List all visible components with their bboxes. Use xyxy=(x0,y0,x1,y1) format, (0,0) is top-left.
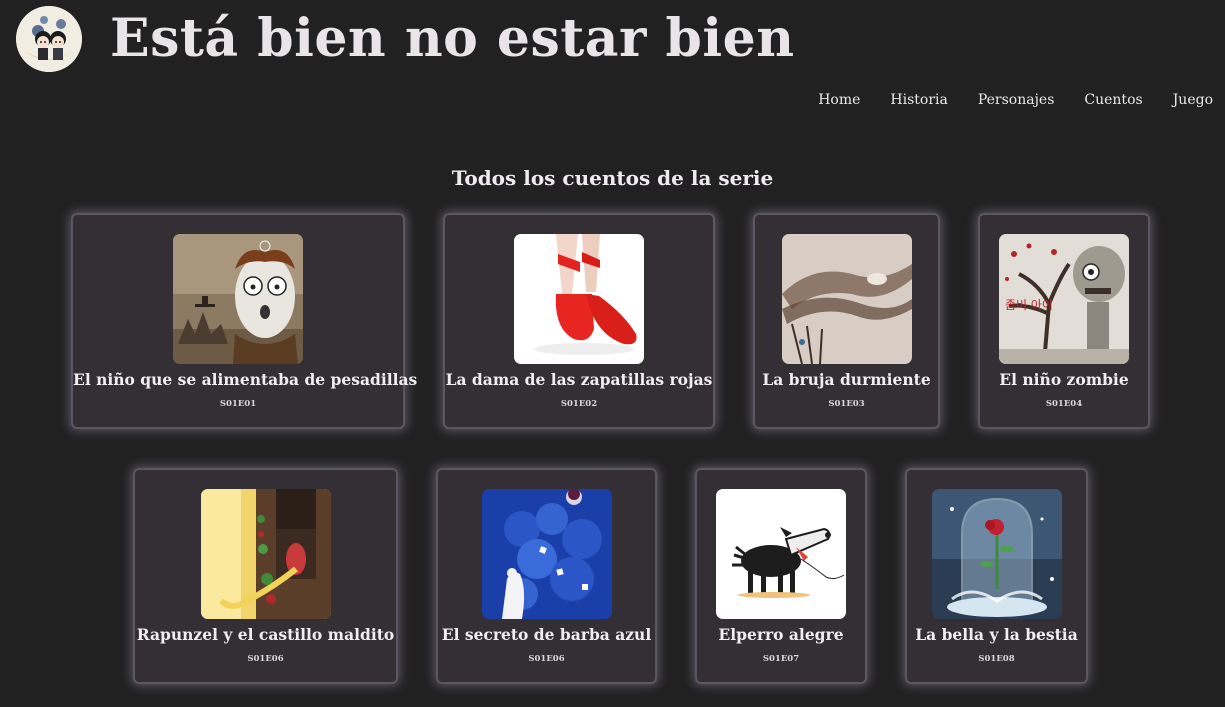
episode-code: S01E08 xyxy=(978,654,1015,664)
episode-code: S01E02 xyxy=(560,399,598,409)
story-title: Rapunzel y el castillo maldito xyxy=(136,625,395,644)
main-nav: Home Historia Personajes Cuentos Juego xyxy=(818,92,1213,108)
nav-item-cuentos[interactable]: Cuentos xyxy=(1084,92,1142,108)
story-card-s01e07[interactable]: Elperro alegre S01E07 xyxy=(695,468,867,684)
episode-code: S01E04 xyxy=(1045,399,1083,409)
nav-item-home[interactable]: Home xyxy=(818,92,860,108)
rose-glass-dome-illustration xyxy=(931,489,1062,619)
page: Está bien no estar bien Home Historia Pe… xyxy=(0,0,1225,707)
bluebeard-illustration xyxy=(481,489,612,619)
red-ballet-shoes-photo xyxy=(514,234,644,364)
episode-code: S01E03 xyxy=(828,399,865,409)
happy-dog-illustration xyxy=(716,489,846,619)
story-title: El niño que se alimentaba de pesadillas xyxy=(73,370,418,389)
zombie-child-illustration: 좀비 아이 xyxy=(999,234,1129,364)
section-title: Todos los cuentos de la serie xyxy=(451,166,774,190)
nightmare-boy-illustration xyxy=(173,234,303,364)
story-title: El secreto de barba azul xyxy=(441,625,652,644)
site-title: Está bien no estar bien xyxy=(110,8,795,69)
sleeping-witch-illustration xyxy=(781,234,912,364)
story-card-s01e08[interactable]: La bella y la bestia S01E08 xyxy=(905,468,1088,684)
story-title: La dama de las zapatillas rojas xyxy=(445,370,713,389)
episode-code: S01E01 xyxy=(219,399,257,409)
rapunzel-tower-illustration xyxy=(200,489,331,619)
nav-item-historia[interactable]: Historia xyxy=(890,92,947,108)
story-card-s01e04[interactable]: 좀비 아이 El niño zombie S01E04 xyxy=(978,213,1150,429)
episode-code: S01E06 xyxy=(247,654,284,664)
couple-moon-logo-icon[interactable] xyxy=(16,6,82,72)
episode-code: S01E07 xyxy=(762,654,800,664)
story-card-s01e02[interactable]: La dama de las zapatillas rojas S01E02 xyxy=(443,213,715,429)
story-title: La bruja durmiente xyxy=(762,370,931,389)
story-title: Elperro alegre xyxy=(718,625,844,644)
story-title: El niño zombie xyxy=(999,370,1129,389)
story-card-s01e03[interactable]: La bruja durmiente S01E03 xyxy=(753,213,940,429)
nav-item-personajes[interactable]: Personajes xyxy=(978,92,1055,108)
story-card-s01e06-barba-azul[interactable]: El secreto de barba azul S01E06 xyxy=(436,468,657,684)
svg-text:좀비 아이: 좀비 아이 xyxy=(1005,298,1053,312)
story-title: La bella y la bestia xyxy=(915,625,1078,644)
episode-code: S01E06 xyxy=(528,654,565,664)
nav-item-juego[interactable]: Juego xyxy=(1173,92,1213,108)
story-card-s01e01[interactable]: El niño que se alimentaba de pesadillas … xyxy=(71,213,418,429)
story-card-s01e06-rapunzel[interactable]: Rapunzel y el castillo maldito S01E06 xyxy=(133,468,398,684)
